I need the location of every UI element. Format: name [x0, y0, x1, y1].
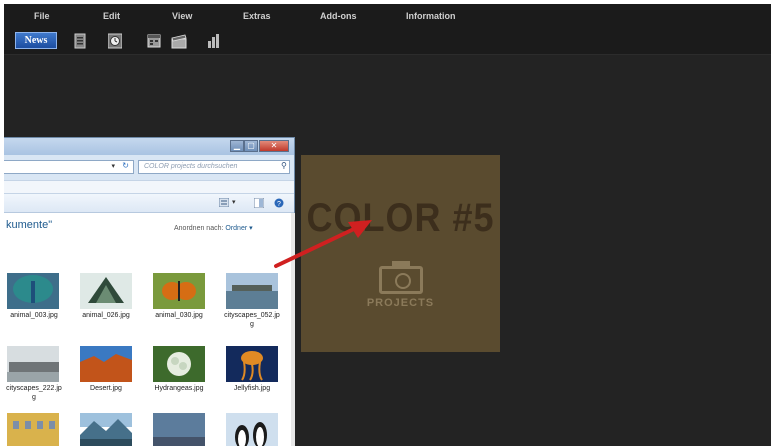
thumbnail-building[interactable]	[7, 413, 59, 446]
file-name[interactable]: Desert.jpg	[70, 384, 142, 393]
minimize-icon[interactable]: ▁	[230, 140, 244, 152]
search-input[interactable]: COLOR projects durchsuchen	[138, 160, 290, 174]
menu-extras[interactable]: Extras	[243, 11, 271, 21]
thumbnail-animal-026[interactable]	[80, 273, 132, 309]
color-projects-preview: COLOR #5 PROJECTS	[301, 155, 500, 352]
thumbnail-lake[interactable]	[80, 413, 132, 446]
thumbnail-jellyfish[interactable]	[226, 346, 278, 382]
thumbnail-desert[interactable]	[80, 346, 132, 382]
clock-icon[interactable]	[108, 33, 122, 49]
preview-pane-icon[interactable]	[254, 198, 264, 208]
view-options-icon[interactable]	[219, 198, 229, 207]
folder-title: kumente"	[6, 219, 53, 231]
explorer-command-bar: ▾ ?	[4, 194, 294, 213]
file-name[interactable]: animal_030.jpg	[143, 311, 215, 320]
menu-add-ons[interactable]: Add-ons	[320, 11, 357, 21]
maximize-icon[interactable]: ▢	[244, 140, 258, 152]
file-name[interactable]: cityscapes_052.jp g	[216, 311, 288, 329]
file-name[interactable]: animal_003.jpg	[4, 311, 70, 320]
camera-icon	[379, 266, 423, 294]
svg-text:?: ?	[277, 201, 281, 208]
file-name[interactable]: cityscapes_222.jp g	[4, 384, 70, 402]
explorer-address-row: ▾ ↻ COLOR projects durchsuchen ⚲	[4, 158, 294, 176]
explorer-titlebar[interactable]: ▁ ▢ ✕	[4, 138, 294, 155]
calendar-icon[interactable]	[147, 33, 161, 49]
menu-bar: File Edit View Extras Add-ons Informatio…	[4, 4, 771, 28]
menu-file[interactable]: File	[34, 11, 50, 21]
document-icon[interactable]	[74, 33, 86, 49]
clapperboard-icon[interactable]	[171, 33, 187, 49]
thumbnail-cityscapes-222[interactable]	[7, 346, 59, 382]
bar-chart-icon[interactable]	[207, 33, 221, 49]
menu-information[interactable]: Information	[406, 11, 456, 21]
toolbar: News	[4, 28, 771, 55]
arrange-dropdown[interactable]: Ordner ▾	[225, 225, 252, 232]
arrange-value: Ordner	[225, 225, 248, 232]
refresh-icon[interactable]: ↻	[122, 161, 129, 170]
file-name[interactable]: animal_026.jpg	[70, 311, 142, 320]
explorer-menu-strip	[4, 180, 294, 194]
chevron-down-icon[interactable]: ▾	[111, 162, 115, 170]
preview-title: COLOR #5	[306, 194, 495, 240]
thumbnail-penguins[interactable]	[226, 413, 278, 446]
close-icon[interactable]: ✕	[259, 140, 289, 152]
menu-edit[interactable]: Edit	[103, 11, 120, 21]
chevron-down-icon[interactable]: ▾	[232, 198, 236, 206]
menu-view[interactable]: View	[172, 11, 192, 21]
news-button[interactable]: News	[15, 32, 57, 49]
file-explorer-window: ▁ ▢ ✕ ▾ ↻ COLOR projects durchsuchen ⚲ ▾	[4, 137, 295, 446]
app-window: File Edit View Extras Add-ons Informatio…	[4, 4, 771, 446]
thumbnail-landscape[interactable]	[153, 413, 205, 446]
help-icon[interactable]: ?	[274, 198, 284, 208]
explorer-content: kumente" Anordnen nach: Ordner ▾ animal_…	[4, 213, 294, 446]
search-icon[interactable]: ⚲	[281, 161, 287, 170]
file-name[interactable]: Hydrangeas.jpg	[143, 384, 215, 393]
arrange-label: Anordnen nach:	[174, 225, 224, 232]
thumbnail-animal-030[interactable]	[153, 273, 205, 309]
address-bar[interactable]: ▾ ↻	[4, 160, 134, 174]
thumbnail-hydrangeas[interactable]	[153, 346, 205, 382]
thumbnail-animal-003[interactable]	[7, 273, 59, 309]
scrollbar[interactable]	[291, 213, 295, 446]
arrange-by: Anordnen nach: Ordner ▾	[174, 224, 253, 232]
file-name[interactable]: Jellyfish.jpg	[216, 384, 288, 393]
preview-subtitle: PROJECTS	[366, 297, 435, 309]
thumbnail-cityscapes-052[interactable]	[226, 273, 278, 309]
